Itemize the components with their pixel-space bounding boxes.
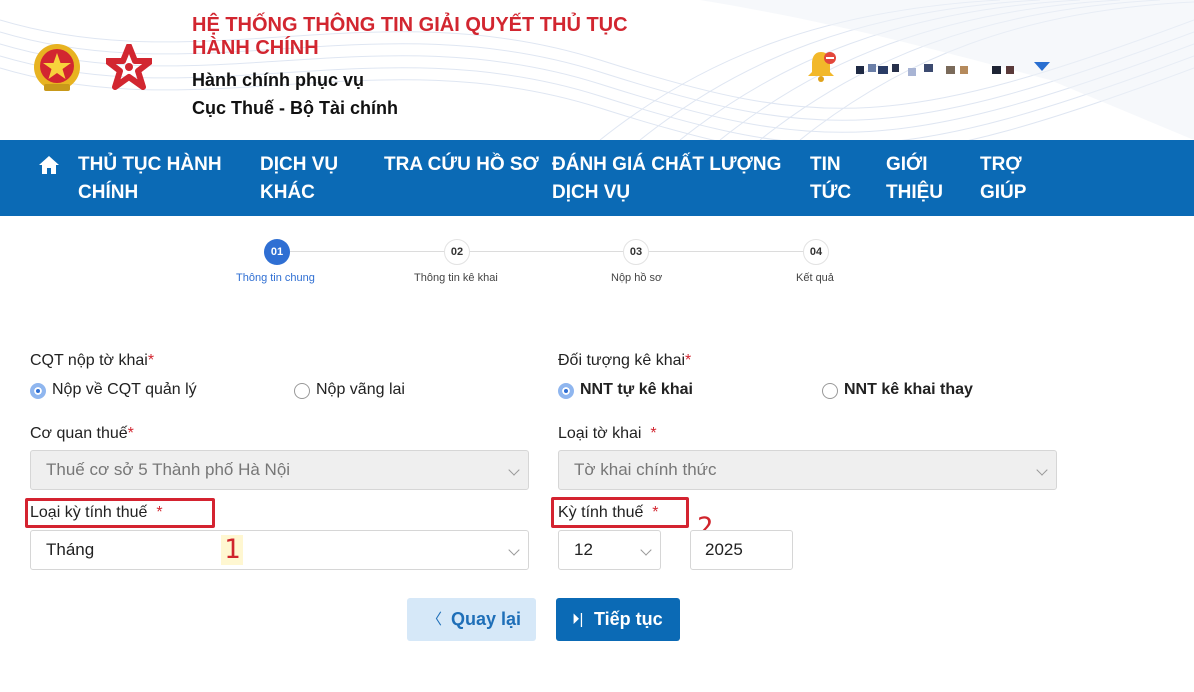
step-2-label: Thông tin kê khai (414, 272, 498, 284)
step-1-label: Thông tin chung (236, 272, 315, 284)
main-nav: THỦ TỤC HÀNH CHÍNH DỊCH VỤ KHÁC TRA CỨU … (0, 140, 1194, 216)
loai-ky-value: Tháng (46, 540, 95, 559)
loai-to-khai-label: Loại tờ khai * (558, 425, 657, 442)
nav-item-tro-giup[interactable]: TRỢ GIÚP (980, 151, 1040, 207)
annotation-number-1: 1 (221, 535, 244, 565)
step-2-circle: 02 (444, 239, 470, 265)
ky-month-select[interactable]: 12 (558, 530, 661, 570)
radio-label-nop-ve-cqt-quan-ly[interactable]: Nộp về CQT quản lý (52, 381, 197, 399)
agency-name: Cục Thuế - Bộ Tài chính (192, 98, 398, 118)
public-service-logo-icon (106, 44, 152, 90)
chevron-down-icon (1036, 464, 1048, 476)
ky-year-input[interactable]: 2025 (690, 530, 793, 570)
next-button-label: Tiếp tục (594, 609, 663, 629)
loai-ky-tinh-thue-label: Loại kỳ tính thuế * (30, 504, 163, 521)
chevron-down-icon (640, 544, 652, 556)
bell-icon[interactable] (806, 48, 838, 82)
doi-tuong-label: Đối tượng kê khai* (558, 352, 692, 369)
step-3-label: Nộp hồ sơ (611, 272, 663, 284)
user-name-redacted[interactable] (856, 62, 1026, 76)
radio-label-nnt-tu-ke-khai[interactable]: NNT tự kê khai (580, 381, 693, 399)
radio-nnt-ke-khai-thay[interactable] (822, 383, 838, 399)
header: HỆ THỐNG THÔNG TIN GIẢI QUYẾT THỦ TỤC HÀ… (0, 0, 1194, 140)
nav-item-tin-tuc[interactable]: TIN TỨC (810, 151, 870, 207)
system-subtitle: Hành chính phục vụ (192, 70, 365, 90)
nav-item-danh-gia-chat-luong[interactable]: ĐÁNH GIÁ CHẤT LƯỢNG DỊCH VỤ (552, 151, 792, 207)
nav-item-tra-cuu-ho-so[interactable]: TRA CỨU HỒ SƠ (384, 151, 544, 179)
nav-item-dich-vu-khac[interactable]: DỊCH VỤ KHÁC (260, 151, 360, 207)
back-button-label: Quay lại (451, 609, 522, 629)
cqt-nop-label: CQT nộp tờ khai* (30, 352, 155, 369)
system-title: HỆ THỐNG THÔNG TIN GIẢI QUYẾT THỦ TỤC HÀ… (192, 14, 628, 59)
stepper-line (290, 251, 816, 252)
loai-to-khai-select[interactable]: Tờ khai chính thức (558, 450, 1057, 490)
chevron-down-icon (508, 544, 520, 556)
nav-item-gioi-thieu[interactable]: GIỚI THIỆU (886, 151, 956, 207)
loai-to-khai-value: Tờ khai chính thức (574, 460, 717, 479)
user-menu-chevron-down-icon[interactable] (1034, 62, 1050, 71)
page: HỆ THỐNG THÔNG TIN GIẢI QUYẾT THỦ TỤC HÀ… (0, 0, 1194, 692)
co-quan-thue-label: Cơ quan thuế* (30, 425, 134, 442)
radio-label-nop-vang-lai[interactable]: Nộp vãng lai (316, 381, 405, 399)
back-button[interactable]: 〈 Quay lại (407, 598, 536, 641)
step-4-label: Kết quả (796, 272, 834, 284)
chevron-left-icon: 〈 (427, 611, 443, 628)
loai-ky-tinh-thue-select[interactable]: Tháng (30, 530, 529, 570)
next-button[interactable]: ⏵| Tiếp tục (556, 598, 680, 641)
national-emblem-icon (34, 44, 80, 91)
radio-label-nnt-ke-khai-thay[interactable]: NNT kê khai thay (844, 381, 973, 399)
step-3-circle: 03 (623, 239, 649, 265)
nav-item-thu-tuc-hanh-chinh[interactable]: THỦ TỤC HÀNH CHÍNH (78, 151, 238, 207)
chevron-down-icon (508, 464, 520, 476)
home-icon[interactable] (38, 155, 60, 175)
ky-month-value: 12 (574, 540, 593, 559)
ky-tinh-thue-label: Kỳ tính thuế * (558, 504, 659, 521)
radio-nnt-tu-ke-khai[interactable] (558, 383, 574, 399)
step-4-circle: 04 (803, 239, 829, 265)
step-1-circle: 01 (264, 239, 290, 265)
radio-nop-ve-cqt-quan-ly[interactable] (30, 383, 46, 399)
skip-forward-icon: ⏵| (572, 611, 584, 628)
co-quan-thue-select[interactable]: Thuế cơ sở 5 Thành phố Hà Nội (30, 450, 529, 490)
co-quan-thue-value: Thuế cơ sở 5 Thành phố Hà Nội (46, 460, 291, 479)
radio-nop-vang-lai[interactable] (294, 383, 310, 399)
